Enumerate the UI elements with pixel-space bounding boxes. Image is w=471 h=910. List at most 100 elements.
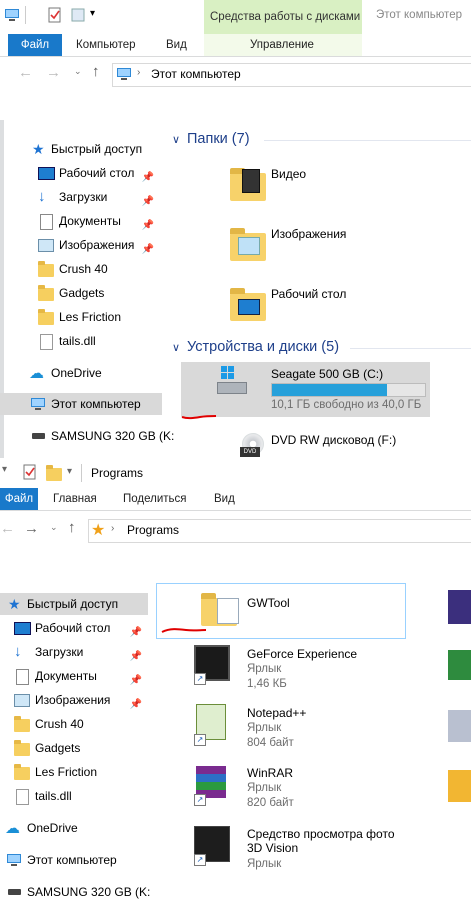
customize-quick-access-icon[interactable]: ▾ [67,466,72,477]
folder-icon [14,716,30,732]
address-bar[interactable]: › Этот компьютер [112,63,471,87]
properties-icon[interactable] [22,464,38,480]
recent-locations-icon[interactable]: ⌄ [50,522,58,533]
folders-group-header[interactable]: Папки (7) [187,131,250,147]
title-bar: ▾ ▾ Programs [0,460,471,486]
title-bar: ▾ Средства работы с дисками Этот компьют… [0,0,471,34]
file-item-3d-vision[interactable]: ↗ Средство просмотра фото 3D Vision Ярлы… [190,824,410,874]
file-size: 820 байт [247,797,294,809]
drive-icon [8,889,21,895]
file-name: Средство просмотра фото 3D Vision [247,827,395,855]
forward-arrow-icon[interactable]: → [46,64,61,81]
folder-icon [38,309,54,325]
sidebar-item-documents[interactable]: Документы 📌 [0,210,160,232]
sidebar-item-onedrive[interactable]: ☁ OneDrive [0,817,160,839]
drive-item-f[interactable]: DVD DVD RW дисковод (F:) [224,425,464,458]
devices-group-header[interactable]: Устройства и диски (5) [187,339,339,355]
customize-quick-access-icon[interactable]: ▾ [2,464,7,475]
sidebar-item-desktop[interactable]: Рабочий стол 📌 [0,162,160,184]
tab-computer[interactable]: Компьютер [76,34,136,56]
tab-view[interactable]: Вид [166,34,187,56]
drive-free-space: 10,1 ГБ свободно из 40,0 ГБ [271,399,422,411]
tab-share[interactable]: Поделиться [123,488,187,510]
back-arrow-icon[interactable]: ← [0,520,15,537]
sidebar-item-label: Загрузки [59,190,108,204]
up-arrow-icon[interactable]: ↑ [68,519,76,536]
contextual-tab-group: Средства работы с дисками [204,0,362,34]
computer-icon [7,854,21,866]
shortcut-arrow-icon: ↗ [194,794,206,806]
sidebar-item-downloads[interactable]: ↓ Загрузки 📌 [0,186,160,208]
group-collapse-chevron-icon[interactable]: ∨ [172,341,180,354]
folder-item-pictures[interactable]: Изображения [224,223,464,269]
sidebar-item-this-pc[interactable]: Этот компьютер [0,393,162,415]
partial-app-icon[interactable] [448,650,471,680]
sidebar-item-quick-access[interactable]: ★ Быстрый доступ [0,138,160,160]
forward-arrow-icon[interactable]: → [24,520,39,537]
folder-icon [14,764,30,780]
sidebar-item-pictures[interactable]: Изображения 📌 [0,689,148,711]
up-arrow-icon[interactable]: ↑ [92,63,100,80]
file-item-notepad[interactable]: ↗ Notepad++ Ярлык 804 байт [190,704,410,754]
sidebar-item-pictures[interactable]: Изображения 📌 [0,234,160,256]
sidebar-item-crush40[interactable]: Crush 40 [0,258,160,280]
red-annotation-underline [161,628,207,633]
customize-quick-access-icon[interactable]: ▾ [90,8,95,19]
address-path: Programs [127,523,180,537]
tab-file[interactable]: Файл [8,34,62,56]
partial-app-icon[interactable] [448,710,471,742]
file-item-winrar[interactable]: ↗ WinRAR Ярлык 820 байт [190,764,410,814]
file-type: Ярлык [247,782,282,794]
tab-home[interactable]: Главная [53,488,97,510]
tab-manage[interactable]: Управление [250,34,314,56]
tab-view[interactable]: Вид [214,488,235,510]
sidebar-item-tails-dll[interactable]: tails.dll [0,330,160,352]
desktop-overlay-icon [238,299,260,315]
window-title: Programs [91,466,144,480]
folder-item-desktop[interactable]: Рабочий стол [224,283,464,329]
file-name: Notepad++ [247,706,307,720]
sidebar-item-label: Les Friction [59,310,122,324]
back-arrow-icon[interactable]: ← [18,64,33,81]
sidebar-item-crush40[interactable]: Crush 40 [0,713,160,735]
properties-icon[interactable] [47,7,63,23]
sidebar-item-gadgets[interactable]: Gadgets [0,737,160,759]
partial-app-icon[interactable] [448,590,471,624]
navigation-bar: ← → ⌄ ↑ › Этот компьютер [0,57,471,91]
new-folder-icon[interactable] [70,7,86,23]
sidebar-item-onedrive[interactable]: ☁ OneDrive [0,362,160,384]
sidebar-item-documents[interactable]: Документы 📌 [0,665,148,687]
file-name: GWTool [247,596,290,610]
star-icon: ★ [8,596,21,612]
sidebar-item-drive-k[interactable]: SAMSUNG 320 GB (K: [0,425,174,447]
address-bar[interactable]: ★ › Programs [88,519,471,543]
sidebar-item-gadgets[interactable]: Gadgets [0,282,160,304]
sidebar-item-les-friction[interactable]: Les Friction [0,306,160,328]
computer-icon [31,398,45,410]
file-item-geforce[interactable]: ↗ GeForce Experience Ярлык 1,46 КБ [190,643,410,693]
window-title: Этот компьютер [376,9,462,21]
sidebar-item-label: Crush 40 [35,717,84,731]
sidebar-item-this-pc[interactable]: Этот компьютер [0,849,160,871]
sidebar-item-les-friction[interactable]: Les Friction [0,761,160,783]
sidebar-item-label: tails.dll [35,789,72,803]
dvd-label-icon: DVD [240,447,260,457]
star-icon: ★ [91,522,106,539]
sidebar-item-downloads[interactable]: ↓ Загрузки 📌 [0,641,148,663]
sidebar-item-label: Документы [35,669,97,683]
file-name: GeForce Experience [247,647,358,661]
sidebar-item-drive-k[interactable]: SAMSUNG 320 GB (K: [0,881,160,903]
folder-item-video[interactable]: Видео [224,163,464,209]
sidebar-item-tails-dll[interactable]: tails.dll [0,785,160,807]
group-collapse-chevron-icon[interactable]: ∨ [172,133,180,146]
breadcrumb-chevron-icon: › [137,67,141,78]
partial-app-icon[interactable] [448,770,471,802]
sidebar-item-label: Crush 40 [59,262,108,276]
sidebar-item-desktop[interactable]: Рабочий стол 📌 [0,617,148,639]
recent-locations-icon[interactable]: ⌄ [74,66,82,77]
sidebar-item-quick-access[interactable]: ★ Быстрый доступ [0,593,148,615]
content-pane: GWTool ↗ GeForce Experience Ярлык 1,46 К… [152,580,471,910]
ribbon-tabs: Файл Компьютер Вид Управление [0,34,471,57]
tab-file[interactable]: Файл [0,488,38,510]
sidebar-item-label: Документы [59,214,121,228]
